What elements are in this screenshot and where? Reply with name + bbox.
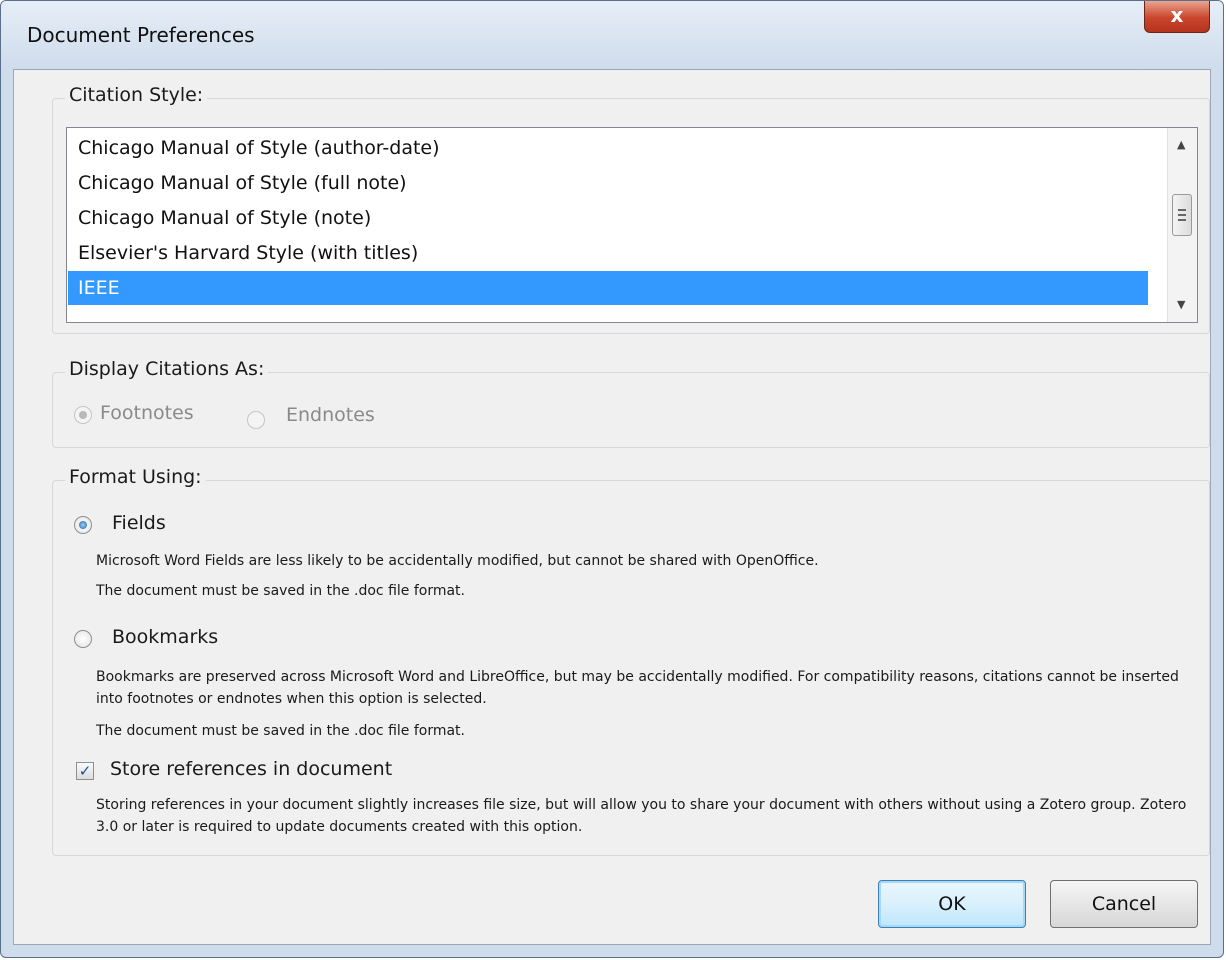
store-references-checkbox[interactable]: ✓ bbox=[76, 762, 94, 780]
format-using-label: Format Using: bbox=[65, 466, 206, 488]
store-references-description: Storing references in your document slig… bbox=[96, 797, 1187, 835]
fields-label[interactable]: Fields bbox=[112, 512, 166, 534]
endnotes-label[interactable]: Endnotes bbox=[286, 404, 375, 426]
list-item[interactable]: Chicago Manual of Style (author-date) bbox=[68, 131, 1148, 165]
display-citations-label: Display Citations As: bbox=[65, 358, 269, 380]
endnotes-radio[interactable] bbox=[247, 411, 265, 429]
grip-icon bbox=[1178, 209, 1186, 211]
radio-dot bbox=[79, 411, 87, 419]
citation-style-label: Citation Style: bbox=[65, 84, 208, 106]
scroll-thumb[interactable] bbox=[1172, 194, 1192, 236]
title-bar[interactable]: Document Preferences x bbox=[1, 1, 1223, 69]
list-item[interactable]: Chicago Manual of Style (note) bbox=[68, 201, 1148, 235]
ok-button[interactable]: OK bbox=[878, 880, 1026, 928]
dialog-window: Document Preferences x Citation Style: C… bbox=[0, 0, 1224, 958]
fields-format-note: The document must be saved in the .doc f… bbox=[96, 583, 465, 599]
cancel-button[interactable]: Cancel bbox=[1050, 880, 1198, 928]
list-item[interactable]: Chicago Manual of Style (full note) bbox=[68, 166, 1148, 200]
grip-icon bbox=[1178, 219, 1186, 221]
scroll-up-arrow-icon[interactable]: ▲ bbox=[1177, 138, 1185, 151]
store-references-label[interactable]: Store references in document bbox=[110, 758, 392, 780]
footnotes-label[interactable]: Footnotes bbox=[100, 402, 194, 424]
close-button[interactable]: x bbox=[1144, 1, 1210, 33]
list-item[interactable]: Elsevier's Harvard Style (with titles) bbox=[68, 236, 1148, 270]
checkmark-icon: ✓ bbox=[78, 762, 92, 780]
close-icon: x bbox=[1170, 3, 1184, 27]
scroll-down-arrow-icon[interactable]: ▼ bbox=[1177, 298, 1185, 311]
fields-radio[interactable] bbox=[74, 516, 92, 534]
display-citations-group: Display Citations As: bbox=[52, 358, 1210, 448]
fields-description: Microsoft Word Fields are less likely to… bbox=[96, 553, 819, 569]
list-scrollbar[interactable]: ▲ ▼ bbox=[1167, 128, 1197, 322]
bookmarks-format-note: The document must be saved in the .doc f… bbox=[96, 723, 465, 739]
bookmarks-description: Bookmarks are preserved across Microsoft… bbox=[96, 669, 1179, 707]
dialog-body: Citation Style: Chicago Manual of Style … bbox=[13, 69, 1211, 945]
radio-dot bbox=[79, 521, 87, 529]
bookmarks-radio[interactable] bbox=[74, 630, 92, 648]
list-item-selected[interactable]: IEEE bbox=[68, 271, 1148, 305]
window-title: Document Preferences bbox=[27, 23, 255, 47]
citation-style-list[interactable]: Chicago Manual of Style (author-date) Ch… bbox=[66, 127, 1198, 323]
bookmarks-label[interactable]: Bookmarks bbox=[112, 626, 218, 648]
footnotes-radio[interactable] bbox=[74, 406, 92, 424]
grip-icon bbox=[1178, 214, 1186, 216]
